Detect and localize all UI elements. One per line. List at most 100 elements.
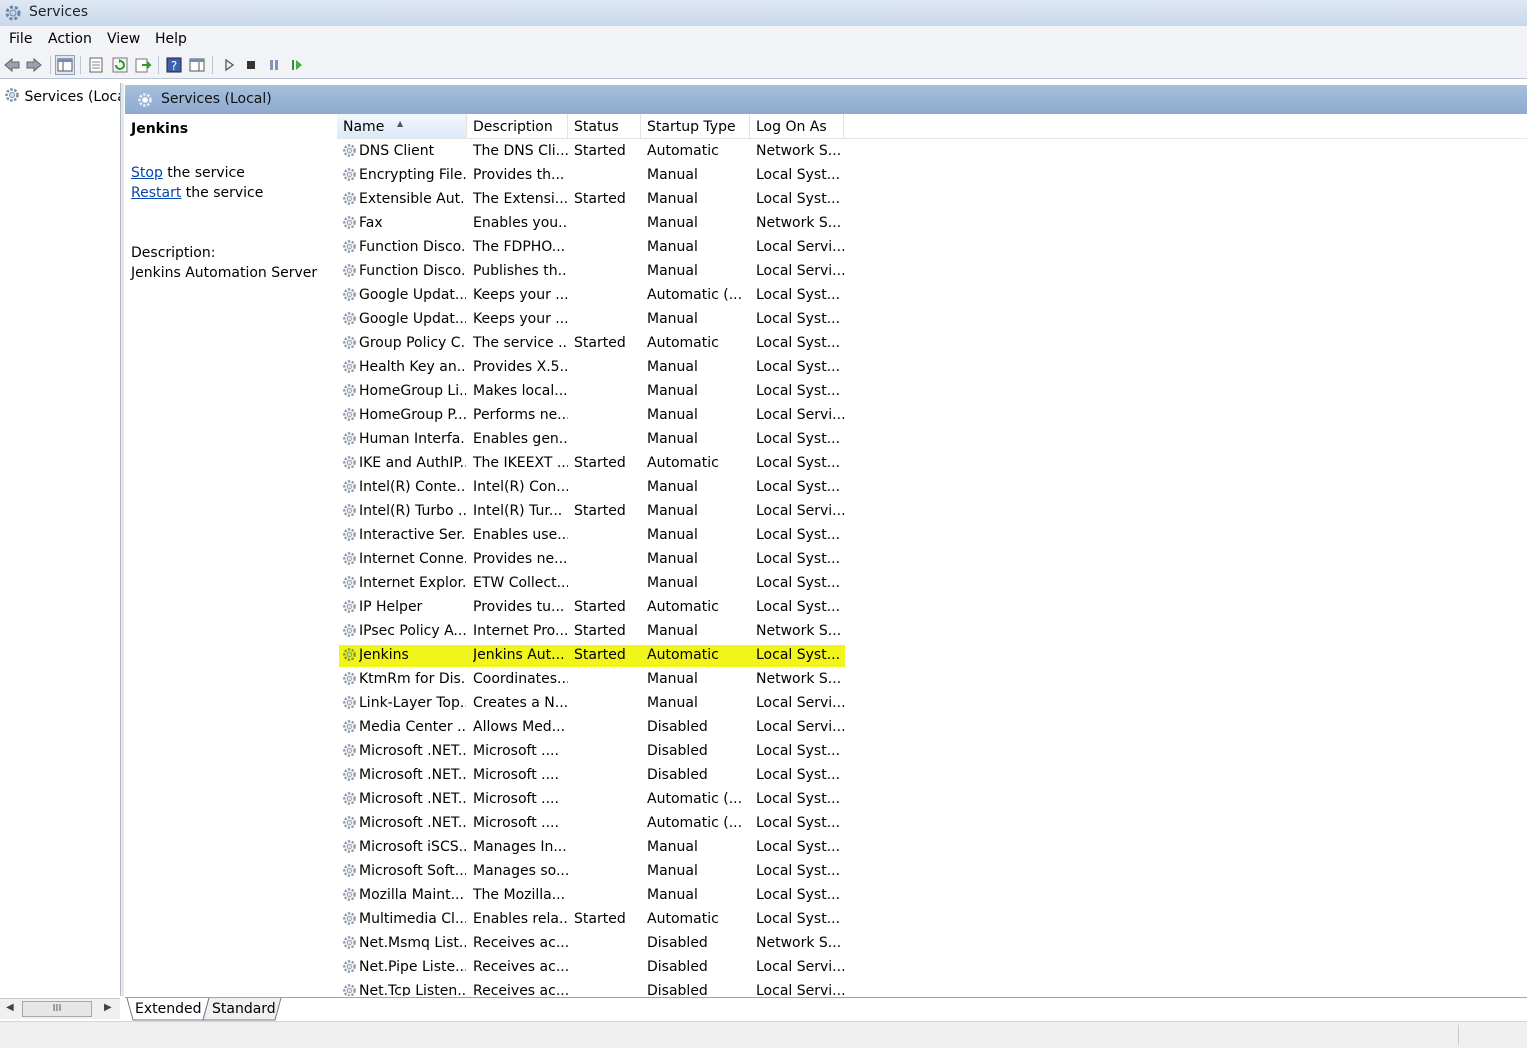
table-row[interactable]: HomeGroup Li... Makes local... Manual Local… — [337, 379, 1527, 403]
table-row[interactable]: Net.Tcp Listen... Receives ac... Disabled L… — [337, 979, 1527, 996]
menu-help[interactable]: Help — [155, 31, 187, 47]
service-gear-icon — [343, 768, 356, 781]
restart-service-link[interactable]: Restart — [131, 185, 181, 201]
table-row[interactable]: Microsoft .NET... Microsoft .... Automatic… — [337, 787, 1527, 811]
table-row[interactable]: Microsoft .NET... Microsoft .... Disabled L… — [337, 739, 1527, 763]
table-row[interactable]: Function Disco... The FDPHO... Manual Local… — [337, 235, 1527, 259]
stop-service-icon[interactable] — [242, 56, 260, 74]
table-row[interactable]: Link-Layer Top... Creates a N... Manual Loc… — [337, 691, 1527, 715]
cell-startup-type: Manual — [647, 479, 698, 495]
tree-horizontal-scrollbar[interactable]: ◀ III ▶ — [0, 998, 120, 1019]
properties-icon[interactable] — [87, 56, 105, 74]
table-row[interactable]: DNS Client The DNS Cli... Started Automatic… — [337, 139, 1527, 163]
tab-extended[interactable]: Extended — [127, 998, 210, 1020]
back-icon[interactable] — [3, 56, 21, 74]
description-text: Jenkins Automation Server — [131, 265, 318, 281]
table-row[interactable]: IP Helper Provides tu... Started Automatic L… — [337, 595, 1527, 619]
cell-log-on-as: Network S... — [756, 215, 842, 231]
cell-log-on-as: Local Syst... — [756, 359, 841, 375]
scroll-left-arrow-icon[interactable]: ◀ — [6, 1002, 14, 1013]
table-row[interactable]: KtmRm for Dis... Coordinates... Manual Netw… — [337, 667, 1527, 691]
table-row[interactable]: Internet Explor... ETW Collect... Manual Lo… — [337, 571, 1527, 595]
table-row[interactable]: Microsoft .NET... Microsoft .... Automatic… — [337, 811, 1527, 835]
cell-log-on-as: Local Syst... — [756, 767, 841, 783]
cell-description: Allows Med... — [473, 719, 566, 735]
cell-log-on-as: Local Syst... — [756, 311, 841, 327]
cell-status — [574, 763, 642, 787]
scroll-right-arrow-icon[interactable]: ▶ — [104, 1002, 112, 1013]
column-header-startup-type[interactable]: Startup Type — [641, 114, 750, 138]
table-row[interactable]: Microsoft Soft... Manages so... Manual Loca… — [337, 859, 1527, 883]
table-row[interactable]: Media Center ... Allows Med... Disabled Loc… — [337, 715, 1527, 739]
menu-view[interactable]: View — [107, 31, 140, 47]
cell-log-on-as: Local Syst... — [756, 287, 841, 303]
cell-startup-type: Manual — [647, 215, 698, 231]
column-header-status[interactable]: Status — [568, 114, 641, 138]
export-list-icon[interactable] — [134, 56, 152, 74]
cell-startup-type: Disabled — [647, 719, 708, 735]
menu-action[interactable]: Action — [48, 31, 92, 47]
cell-description: Publishes th... — [473, 263, 568, 279]
table-row[interactable]: Interactive Ser... Enables use... Manual Lo… — [337, 523, 1527, 547]
cell-description: Manages so... — [473, 863, 568, 879]
pane-splitter[interactable] — [121, 83, 124, 996]
show-hide-console-tree-icon[interactable] — [55, 55, 75, 75]
table-row[interactable]: Fax Enables you... Manual Network S... — [337, 211, 1527, 235]
table-row[interactable]: IPsec Policy A... Internet Pro... Started M… — [337, 619, 1527, 643]
table-row[interactable]: Net.Msmq List... Receives ac... Disabled Ne… — [337, 931, 1527, 955]
column-header-description[interactable]: Description — [467, 114, 568, 138]
refresh-icon[interactable] — [111, 56, 129, 74]
table-row[interactable]: Human Interfa... Enables gen... Manual Loca… — [337, 427, 1527, 451]
table-row[interactable]: Multimedia Cl... Enables rela... Started Au… — [337, 907, 1527, 931]
cell-description: Receives ac... — [473, 959, 568, 975]
table-row[interactable]: Extensible Aut... The Extensi... Started Ma… — [337, 187, 1527, 211]
resume-service-icon[interactable] — [288, 56, 306, 74]
service-gear-icon — [343, 744, 356, 757]
table-row[interactable]: Net.Pipe Liste... Receives ac... Disabled L… — [337, 955, 1527, 979]
service-gear-icon — [343, 216, 356, 229]
cell-description: The IKEEXT ... — [473, 455, 568, 471]
cell-log-on-as: Local Syst... — [756, 863, 841, 879]
table-row[interactable]: Internet Conne... Provides ne... Manual Loc… — [337, 547, 1527, 571]
cell-description: Provides th... — [473, 167, 565, 183]
table-row[interactable]: Google Updat... Keeps your ... Automatic (… — [337, 283, 1527, 307]
table-row[interactable]: IKE and AuthIP... The IKEEXT ... Started Au… — [337, 451, 1527, 475]
cell-name: Mozilla Maint... — [359, 887, 464, 903]
table-row[interactable]: Function Disco... Publishes th... Manual Lo… — [337, 259, 1527, 283]
cell-startup-type: Manual — [647, 863, 698, 879]
table-row[interactable]: Microsoft .NET... Microsoft .... Disabled L… — [337, 763, 1527, 787]
cell-log-on-as: Local Syst... — [756, 839, 841, 855]
pause-service-icon[interactable] — [265, 56, 283, 74]
cell-name: IKE and AuthIP... — [359, 455, 466, 471]
stop-service-link[interactable]: Stop — [131, 165, 163, 181]
tree-item-services-local[interactable]: Services (Loca — [4, 87, 120, 105]
cell-name: Multimedia Cl... — [359, 911, 466, 927]
forward-icon[interactable] — [25, 56, 43, 74]
table-row[interactable]: Group Policy C... The service ... Started A… — [337, 331, 1527, 355]
start-service-icon[interactable] — [220, 56, 238, 74]
show-hide-action-pane-icon[interactable] — [188, 56, 206, 74]
table-row[interactable]: Encrypting File... Provides th... Manual Lo… — [337, 163, 1527, 187]
column-header-name[interactable]: ▲ Name — [337, 114, 467, 138]
cell-name: DNS Client — [359, 143, 435, 159]
column-header-log-on-as[interactable]: Log On As — [750, 114, 844, 138]
service-gear-icon — [343, 336, 356, 349]
cell-description: The DNS Cli... — [473, 143, 568, 159]
table-row[interactable]: HomeGroup P... Performs ne... Manual Local … — [337, 403, 1527, 427]
table-row[interactable]: Health Key an... Provides X.5... Manual Loc… — [337, 355, 1527, 379]
table-row[interactable]: Microsoft iSCS... Manages In... Manual Loca… — [337, 835, 1527, 859]
help-icon[interactable]: ? — [165, 56, 183, 74]
cell-name: Microsoft .NET... — [359, 791, 466, 807]
cell-name: Microsoft Soft... — [359, 863, 466, 879]
cell-status — [574, 307, 642, 331]
table-row[interactable]: Mozilla Maint... The Mozilla... Manual Loca… — [337, 883, 1527, 907]
table-row[interactable]: Jenkins Jenkins Aut... Started Automatic Loc… — [337, 643, 1527, 667]
cell-startup-type: Manual — [647, 551, 698, 567]
cell-description: The FDPHO... — [473, 239, 566, 255]
table-row[interactable]: Intel(R) Conte... Intel(R) Con... Manual Lo… — [337, 475, 1527, 499]
table-row[interactable]: Intel(R) Turbo ... Intel(R) Tur... Started… — [337, 499, 1527, 523]
menu-file[interactable]: File — [9, 31, 32, 47]
table-row[interactable]: Google Updat... Keeps your ... Manual Local… — [337, 307, 1527, 331]
tab-standard[interactable]: Standard — [204, 998, 284, 1020]
scrollbar-thumb[interactable]: III — [22, 1001, 92, 1017]
